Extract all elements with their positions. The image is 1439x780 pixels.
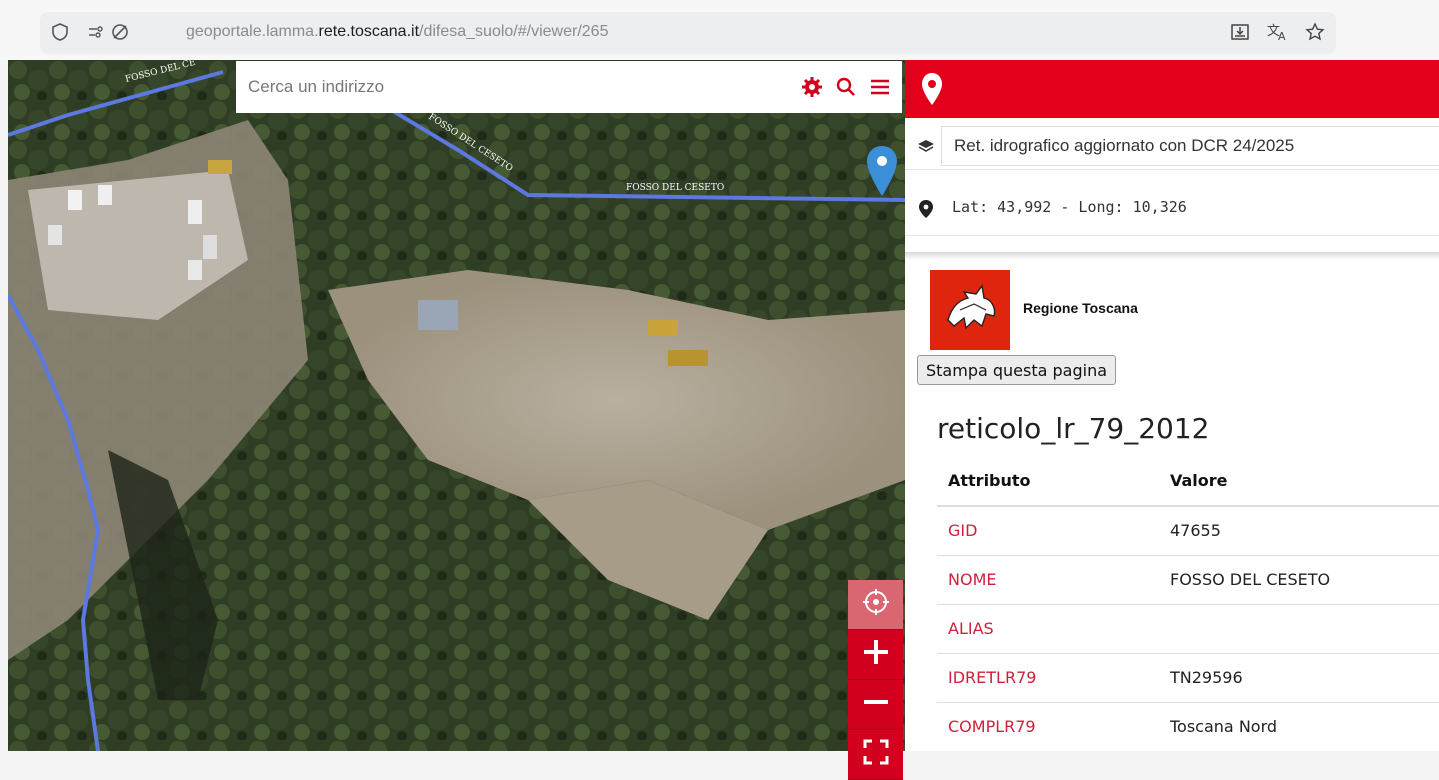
print-page-button[interactable]: Stampa questa pagina [917,355,1117,385]
table-row: NOME FOSSO DEL CESETO [937,555,1439,605]
attribute-value: Toscana Nord [1159,702,1439,751]
address-bar[interactable]: geoportale.lamma.rete.toscana.it/difesa_… [40,12,1336,54]
attribute-key: NOME [937,555,1159,605]
location-pin-icon [919,200,933,218]
zoom-in-icon [861,637,891,672]
coordinates-readout: Lat: 43,992 - Long: 10,326 [952,198,1187,216]
map-pin-icon[interactable] [921,73,943,105]
stream-label: FOSSO DEL CESETO [626,183,724,193]
locate-button[interactable] [848,580,903,630]
table-row: ALIAS [937,604,1439,654]
map-view[interactable]: FOSSO DEL CE FOSSO DEL CESETO FOSSO DEL … [8,60,905,751]
svg-text:A: A [1278,30,1286,42]
map-controls [848,580,903,780]
translate-icon[interactable]: 文A [1267,22,1287,43]
layer-selector-row: Ret. idrografico aggiornato con DCR 24/2… [905,122,1439,170]
table-row: COMPLR79 Toscana Nord [937,702,1439,751]
permissions-icon[interactable] [86,22,106,42]
panel-header [905,60,1439,118]
zoom-out-icon [861,687,891,722]
attribute-value: 47655 [1159,506,1439,556]
divider [905,252,1439,260]
zoom-out-button[interactable] [848,680,903,730]
attribute-value: FOSSO DEL CESETO [1159,555,1439,605]
shield-icon[interactable] [50,22,70,42]
table-row: IDRETLR79 TN29596 [937,653,1439,703]
attribute-value: TN29596 [1159,653,1439,703]
aerial-imagery[interactable]: FOSSO DEL CE FOSSO DEL CESETO FOSSO DEL … [8,60,905,751]
attribute-key: COMPLR79 [937,702,1159,751]
attribute-value [1159,604,1439,654]
fullscreen-button[interactable] [848,730,903,780]
coordinates-row: Lat: 43,992 - Long: 10,326 [905,176,1439,236]
install-app-icon[interactable] [1230,22,1250,42]
attribute-table: Attributo Valore GID 47655 NOME FOSSO DE… [937,456,1439,751]
locate-icon [862,588,890,621]
logo-label: Regione Toscana [1023,300,1138,316]
feature-info-panel: Ret. idrografico aggiornato con DCR 24/2… [905,60,1439,751]
bookmark-star-icon[interactable] [1305,22,1325,42]
gear-icon[interactable] [800,75,824,99]
address-search-bar [236,61,902,113]
url-text[interactable]: geoportale.lamma.rete.toscana.it/difesa_… [186,23,608,41]
feature-title: reticolo_lr_79_2012 [937,412,1210,445]
layers-icon [917,137,935,155]
table-header-row: Attributo Valore [937,456,1439,507]
column-header: Attributo [937,456,1159,507]
regione-toscana-logo [930,270,1010,350]
layer-select[interactable]: Ret. idrografico aggiornato con DCR 24/2… [941,126,1439,166]
attribute-key: IDRETLR79 [937,653,1159,703]
attribute-key: GID [937,506,1159,556]
search-icon[interactable] [834,75,858,99]
column-header: Valore [1159,456,1439,507]
map-marker-icon[interactable] [866,146,898,196]
table-row: GID 47655 [937,506,1439,556]
fullscreen-icon [862,738,890,771]
zoom-in-button[interactable] [848,630,903,680]
attribute-key: ALIAS [937,604,1159,654]
menu-icon[interactable] [868,75,892,99]
tracking-icon[interactable] [110,22,130,42]
browser-toolbar: geoportale.lamma.rete.toscana.it/difesa_… [0,0,1439,60]
address-search-input[interactable] [236,61,776,113]
